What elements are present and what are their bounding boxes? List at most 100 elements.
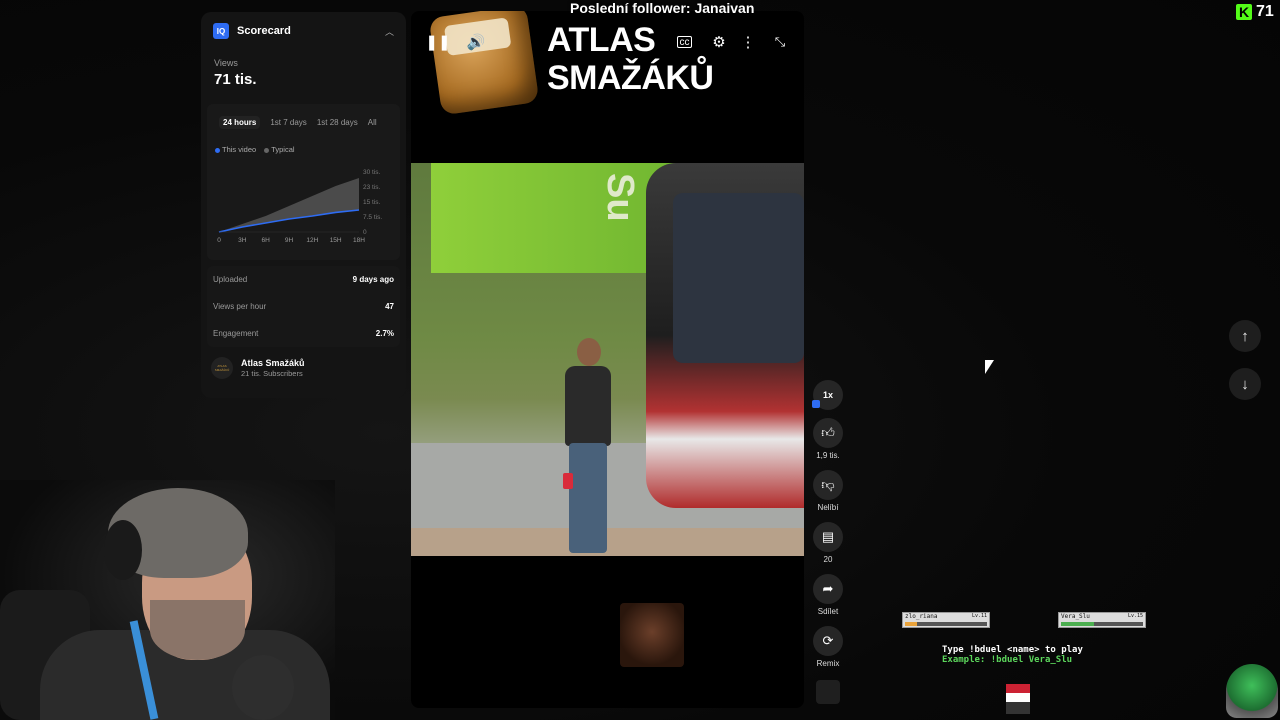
short-video-player[interactable]: ATLAS SMAŽÁKŮ ❚❚ 🔊 cc ⚙ ⋮ ⤡ Su <box>411 11 804 708</box>
pause-icon[interactable]: ❚❚ <box>425 29 451 55</box>
man-head <box>577 338 601 366</box>
collapse-icon[interactable]: ⤡ <box>767 29 793 55</box>
captions-icon[interactable]: cc <box>677 36 692 48</box>
brand-title-line2: SMAŽÁKŮ <box>547 59 714 97</box>
player2-level: Lv.15 <box>1127 613 1143 619</box>
video-frame: Su <box>411 163 804 556</box>
chevron-up-icon[interactable]: ︿ <box>385 25 394 38</box>
arrow-down-icon: ↓ <box>1241 375 1249 393</box>
player2-name: Vera_Slu <box>1061 613 1090 620</box>
views-chart-card: 24 hours 1st 7 days 1st 28 days All This… <box>207 104 400 260</box>
comment-count: 20 <box>823 555 833 564</box>
bus-windshield <box>673 193 804 363</box>
pixel-character-sprite <box>1006 684 1030 714</box>
more-icon[interactable]: ⋮ <box>735 29 761 55</box>
arrow-up-icon: ↑ <box>1241 327 1249 345</box>
next-video-button[interactable]: ↓ <box>1229 368 1261 400</box>
stat-value: 9 days ago <box>352 275 394 284</box>
banner-text: Su <box>599 173 641 222</box>
y-tick-label: 23 tis. <box>363 184 381 191</box>
y-tick-label: 0 <box>363 229 367 236</box>
previous-video-button[interactable]: ↑ <box>1229 320 1261 352</box>
x-tick-label: 9H <box>285 237 294 244</box>
player1-hp-fill <box>905 622 918 626</box>
dislike-label: Nelíbí <box>817 503 839 512</box>
tab-first-28-days[interactable]: 1st 28 days <box>317 118 358 129</box>
stats-list: Uploaded 9 days ago Views per hour 47 Enga… <box>207 266 400 347</box>
stream-scene: IQ Scorecard ︿ Views 71 tis. 24 hours 1s… <box>0 0 1280 720</box>
green-bowl-icon <box>1226 664 1278 718</box>
laughing-emote <box>620 603 684 667</box>
legend-typical: Typical <box>264 145 295 154</box>
chart-legend: This video Typical <box>207 129 400 154</box>
thumbs-up-icon[interactable]: 👍︎ <box>813 418 843 448</box>
scorecard-header[interactable]: IQ Scorecard ︿ <box>201 12 406 50</box>
iq-logo-icon: IQ <box>213 23 229 39</box>
last-follower-banner: Poslední follower: Janaivan <box>570 0 755 16</box>
comment-icon[interactable]: ▤ <box>813 522 843 552</box>
microphone-icon <box>232 655 294 720</box>
legend-this-video-label: This video <box>222 145 257 154</box>
legend-this-video: This video <box>215 145 256 154</box>
dislike-action: 👎︎ Nelíbí <box>812 470 844 512</box>
comments-action: ▤ 20 <box>812 522 844 564</box>
scorecard-panel: IQ Scorecard ︿ Views 71 tis. 24 hours 1s… <box>201 12 406 398</box>
player1-hp-bar <box>905 622 987 626</box>
typical-area <box>219 178 359 232</box>
stat-label: Uploaded <box>213 275 248 284</box>
y-tick-label: 15 tis. <box>363 199 381 206</box>
streamer-beard <box>150 600 245 660</box>
x-tick-label: 18H <box>353 237 365 244</box>
video-brand-title: ATLAS SMAŽÁKŮ <box>547 21 714 97</box>
x-tick-label: 15H <box>330 237 342 244</box>
y-tick-label: 30 tis. <box>363 169 381 176</box>
channel-mini-avatar[interactable] <box>816 680 840 704</box>
iq-mini-icon <box>812 400 820 408</box>
stat-value: 2.7% <box>375 329 394 338</box>
fried-cheese-logo <box>428 11 540 116</box>
stat-label: Views per hour <box>213 302 267 311</box>
remix-icon[interactable]: ⟳ <box>813 626 843 656</box>
views-label: Views <box>214 58 238 68</box>
man-figure <box>559 338 615 553</box>
legend-dot-icon <box>215 147 220 153</box>
x-tick-label: 0 <box>217 237 221 244</box>
duel-example: Example: !bduel Vera_Slu <box>942 655 1073 665</box>
share-icon[interactable]: ➦ <box>813 574 843 604</box>
player2-hp-fill <box>1061 622 1094 626</box>
remix-label: Remix <box>816 659 840 668</box>
share-action: ➦ Sdílet <box>812 574 844 616</box>
duel-player2-card: Vera_Slu Lv.15 <box>1058 612 1146 628</box>
legend-dot-icon <box>264 147 270 153</box>
tab-all[interactable]: All <box>368 118 377 129</box>
tab-24-hours[interactable]: 24 hours <box>219 116 261 129</box>
channel-name: Atlas Smažáků <box>241 358 305 368</box>
y-tick-label: 7.5 tis. <box>363 214 382 221</box>
settings-icon[interactable]: ⚙ <box>706 29 732 55</box>
player1-name: zlo_riana <box>905 613 938 620</box>
stat-value: 47 <box>385 302 394 311</box>
kick-logo-icon: K <box>1236 4 1252 20</box>
channel-subscribers: 21 tis. Subscribers <box>241 369 303 378</box>
legend-typical-label: Typical <box>271 145 295 154</box>
views-value: 71 tis. <box>214 71 257 88</box>
volume-icon[interactable]: 🔊 <box>463 29 489 55</box>
thumbs-down-icon[interactable]: 👎︎ <box>813 470 843 500</box>
stat-label: Engagement <box>213 329 259 338</box>
channel-row[interactable]: ATLAS SMAŽÁKŮ Atlas Smažáků 21 tis. Subs… <box>201 347 406 389</box>
tab-first-7-days[interactable]: 1st 7 days <box>270 118 306 129</box>
streamer-webcam <box>0 480 335 720</box>
views-chart: 0 3H 6H 9H 12H 15H 18H 30 tis. 23 tis. 15 tis. 7.5… <box>217 169 382 244</box>
scorecard-title: Scorecard <box>237 25 291 37</box>
channel-avatar-logo: ATLAS SMAŽÁKŮ <box>214 364 230 372</box>
player1-level: Lv.11 <box>971 613 987 619</box>
stat-engagement: Engagement 2.7% <box>213 320 394 347</box>
like-count: 1,9 tis. <box>816 451 840 460</box>
kick-viewer-count: 71 <box>1256 3 1274 20</box>
like-action: 👍︎ 1,9 tis. <box>812 418 844 460</box>
period-tabs: 24 hours 1st 7 days 1st 28 days All <box>207 104 400 129</box>
mouse-cursor-icon <box>985 360 994 374</box>
x-tick-label: 6H <box>262 237 271 244</box>
x-tick-label: 3H <box>238 237 247 244</box>
headset-icon <box>104 520 142 580</box>
